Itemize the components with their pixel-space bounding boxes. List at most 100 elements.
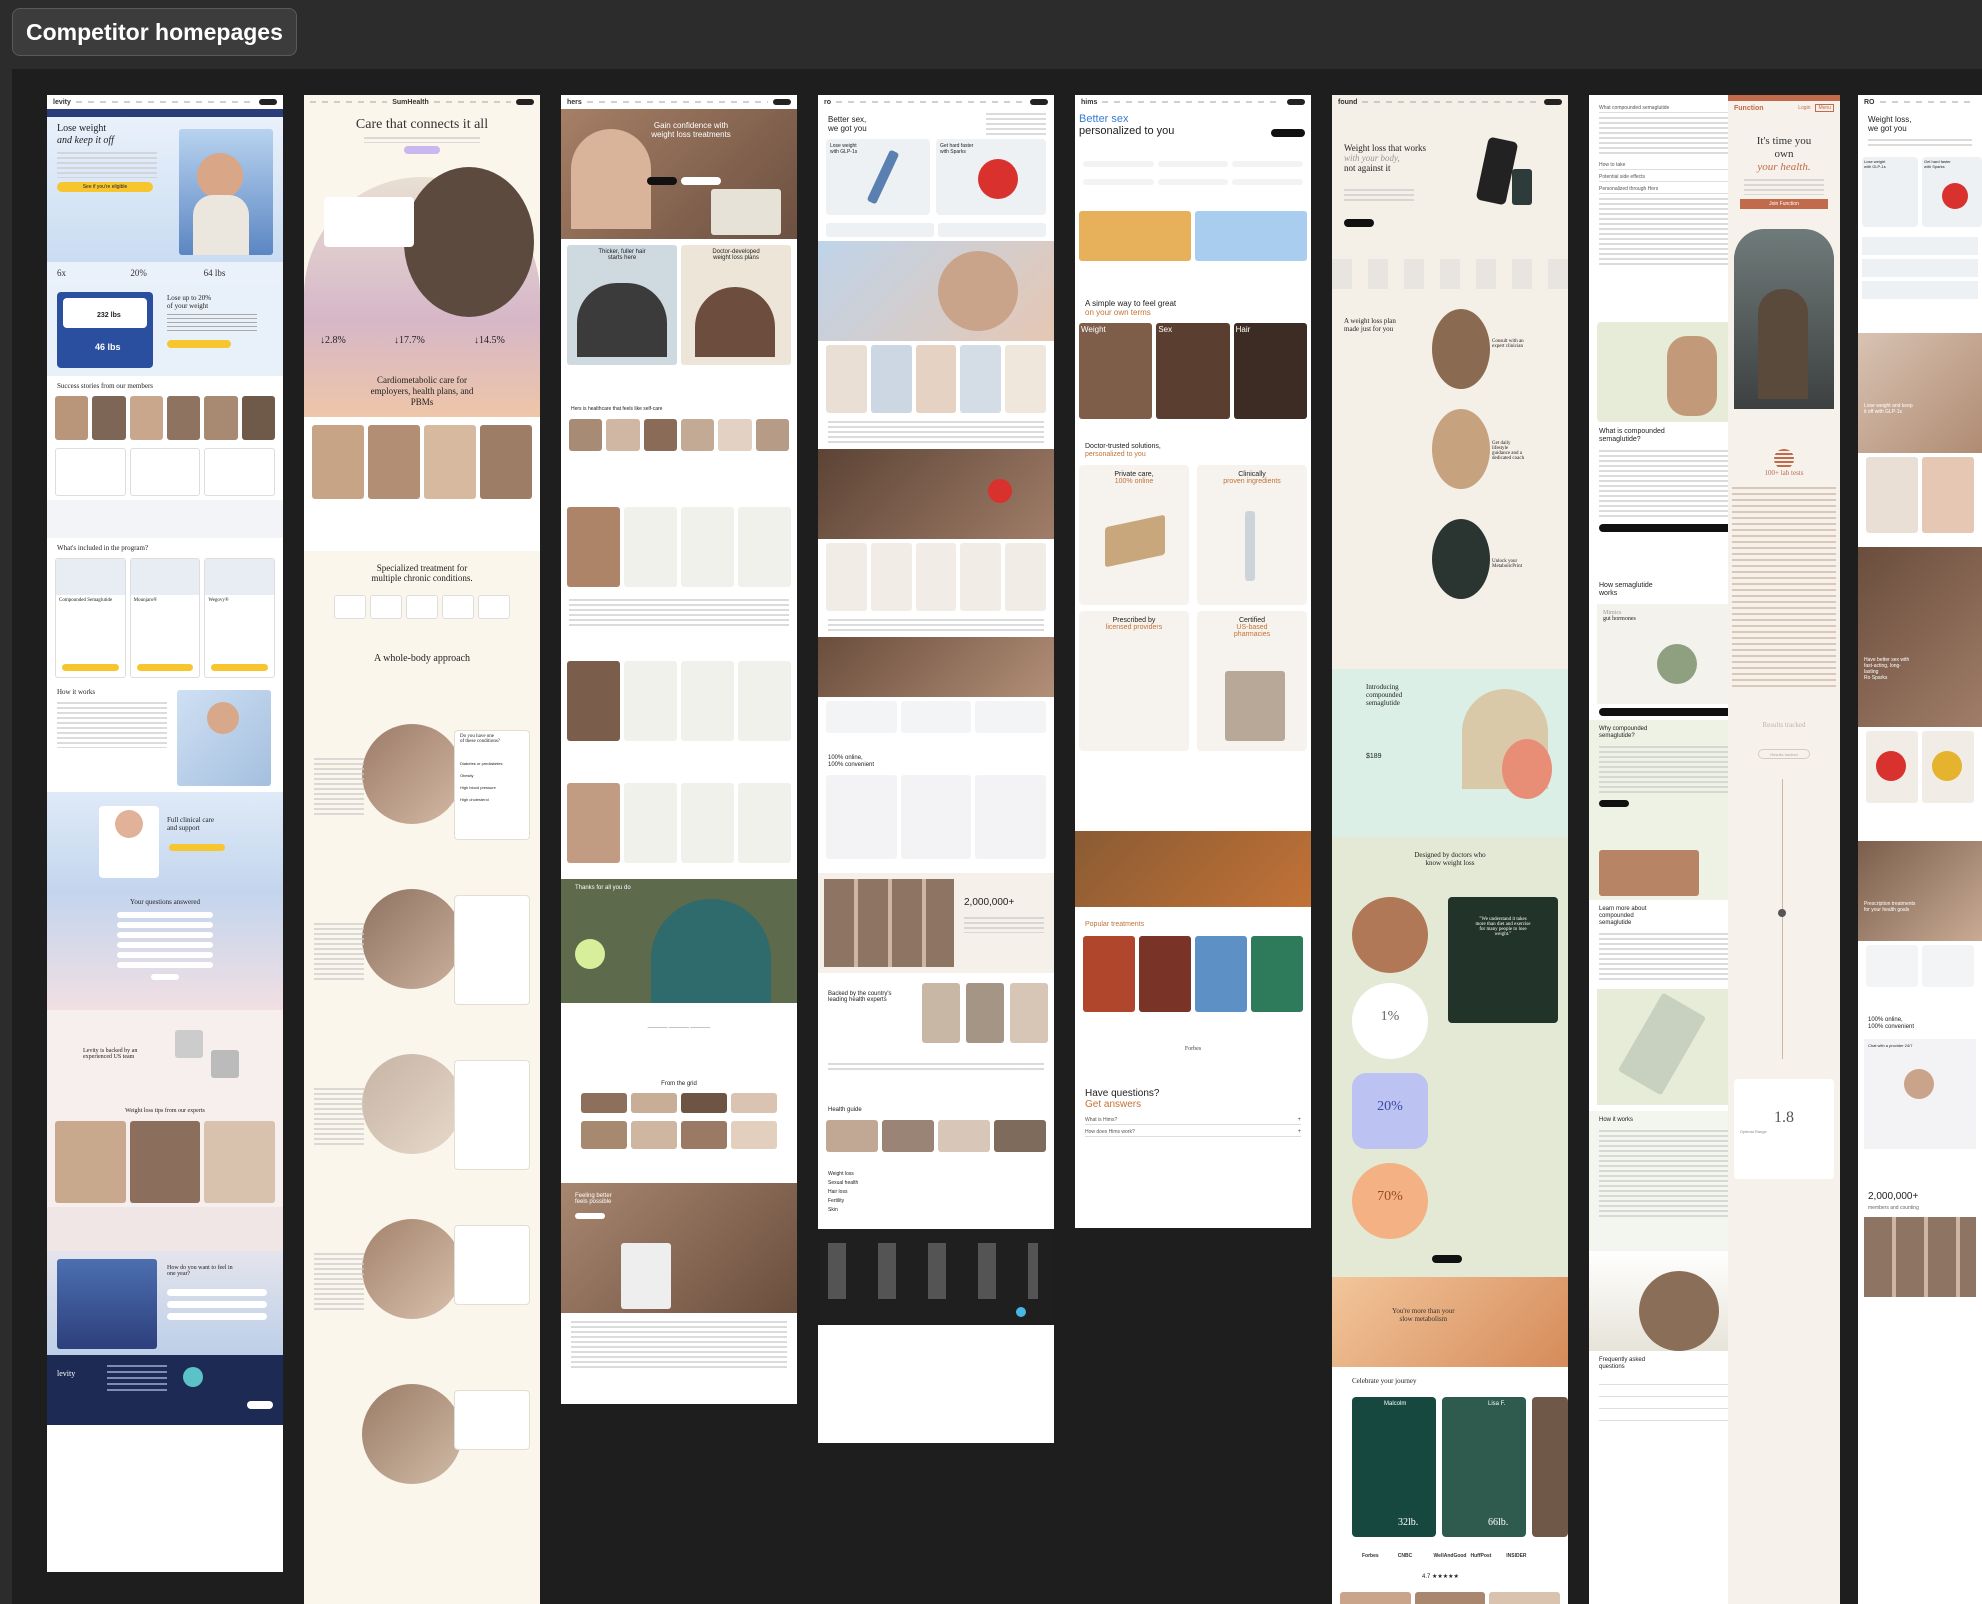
sum-stat-3: ↓14.5% <box>474 335 505 346</box>
hers-grid-title: From the grid <box>661 1080 697 1087</box>
levity-drug-2: Mounjaro® <box>133 598 158 604</box>
found-designed-2: know weight loss <box>1425 859 1475 867</box>
ro-logo: ro <box>824 98 831 106</box>
function-hero-2: own <box>1774 148 1794 161</box>
found-p3: 70% <box>1377 1189 1403 1204</box>
function-menu[interactable]: Menu <box>1815 104 1834 112</box>
ro-link-fertility[interactable]: Fertility <box>828 1197 1044 1206</box>
levity-eligible-button[interactable]: See if you're eligible <box>57 182 153 192</box>
sum-condition-1: Do you have one of these conditions? Diab… <box>304 714 540 879</box>
levity-hero: Lose weight and keep it off See if you're… <box>47 117 283 262</box>
hims-f4-3: pharmacies <box>1233 631 1271 639</box>
found-press: Forbes CNBC WellAndGood HuffPost INSIDER <box>1332 1547 1568 1565</box>
c7-mimics-2: gut hormones <box>1603 616 1636 623</box>
sum-q1-2: of these conditions? <box>460 739 500 744</box>
ro-link-hair[interactable]: Hair loss <box>828 1188 1044 1197</box>
levity-stories-title: Success stories from our members <box>57 382 154 390</box>
sum-cardio-1: Cardiometabolic care for <box>377 375 467 385</box>
hers-selfcare: Hers is healthcare that feels like self-… <box>571 406 663 412</box>
found-hero-3: not against it <box>1344 163 1391 173</box>
levity-faq-title: Your questions answered <box>129 898 201 907</box>
ro-footer <box>818 1228 1054 1325</box>
function-tests: 100+ lab tests <box>1764 468 1804 477</box>
c7-learn-2: compounded <box>1599 913 1634 920</box>
sum-cardio-3: PBMs <box>410 396 434 407</box>
levity-tips-title: Weight loss tips from our experts <box>47 1102 283 1117</box>
hers-thanks: Thanks for all you do <box>561 878 797 1003</box>
hims-cat-sex[interactable]: Sex <box>1156 323 1230 420</box>
hims-trusted-1: Doctor-trusted solutions, <box>1085 443 1161 451</box>
found-p2: 20% <box>1377 1099 1403 1114</box>
sum-stat-1: ↓2.8% <box>320 335 346 346</box>
function-cta[interactable]: Join Function <box>1740 198 1828 209</box>
found-journey-title: Celebrate your journey <box>1352 1377 1417 1385</box>
hims-cat-hair[interactable]: Hair <box>1233 323 1307 420</box>
sum-opt-4[interactable]: High cholesterol <box>460 794 502 806</box>
levity-calc-loss: 46 lbs <box>95 342 121 352</box>
screenshot-found[interactable]: found Weight loss that works with your bo… <box>1332 95 1568 1604</box>
found-unlock-2: MetabolicPrint <box>1492 564 1522 569</box>
levity-hero-title-1: Lose weight <box>57 123 107 134</box>
sum-opt-2[interactable]: Obesity <box>460 770 502 782</box>
found-intro-3: semaglutide <box>1366 699 1400 707</box>
hims-popular: Popular treatments <box>1085 921 1145 929</box>
frame-title[interactable]: Competitor homepages <box>12 8 297 56</box>
ro-members-count: 2,000,000+ <box>964 896 1015 908</box>
canvas-board: levity Lose weight and keep it off See if… <box>12 69 1982 1604</box>
levity-faq: Your questions answered <box>47 892 283 1011</box>
function-results: Results tracked <box>1762 720 1806 729</box>
hims-cat-weight[interactable]: Weight <box>1079 323 1153 420</box>
ro2-online-1: 100% online, <box>1868 1017 1903 1024</box>
found-quote-4: weight." <box>1494 932 1512 937</box>
hims-f4-1: Certified <box>1238 617 1266 625</box>
hims-f3-1: Prescribed by <box>1112 617 1156 625</box>
hers-card-1b: starts here <box>607 255 637 261</box>
ro-link-weight[interactable]: Weight loss <box>828 1170 1044 1179</box>
found-press-forbes: Forbes <box>1362 1553 1379 1559</box>
sum-opt-3[interactable]: High blood pressure <box>460 782 502 794</box>
levity-logo: levity <box>53 98 71 106</box>
hims-hero-1: Better sex <box>1079 113 1129 125</box>
levity-clinical: Full clinical care and support <box>47 792 283 893</box>
found-more: You're more than your slow metabolism <box>1332 1277 1568 1367</box>
levity-stat-1: 6x <box>57 268 66 278</box>
function-big-value: 1.8 <box>1774 1108 1794 1126</box>
ro-link-skin[interactable]: Skin <box>828 1206 1044 1215</box>
levity-drug-3: Wegovy® <box>208 598 229 604</box>
hims-hero-2: personalized to you <box>1079 125 1175 137</box>
sum-opt-1[interactable]: Diabetes or prediabetes <box>460 758 502 770</box>
screenshot-function[interactable]: Function Login Menu It's time you own your h… <box>1728 95 1840 1604</box>
found-press-cnbc: CNBC <box>1397 1553 1413 1559</box>
hers-cards: Thicker, fuller hair starts here Doctor-d… <box>561 239 797 371</box>
ro-members: 2,000,000+ <box>818 872 1054 973</box>
found-daily-4: dedicated coach <box>1492 456 1525 461</box>
levity-stories-photos <box>47 392 283 444</box>
hims-faq-1[interactable]: What is Hims? + <box>1085 1116 1301 1125</box>
c7-freq-2: questions <box>1599 1363 1625 1370</box>
sum-hero-visual: ↓2.8% ↓17.7% ↓14.5% Cardiometabolic care… <box>304 157 540 417</box>
screenshot-hims[interactable]: hims Better sex personalized to you A sim… <box>1075 95 1311 1228</box>
hims-categories: Weight Sex Hair <box>1075 319 1311 423</box>
screenshot-ro[interactable]: ro Better sex, we got you Lose weight with… <box>818 95 1054 1443</box>
ro-link-sexual[interactable]: Sexual health <box>828 1179 1044 1188</box>
screenshot-ro-mobile[interactable]: RO Weight loss, we got you Lose weight wit… <box>1858 95 1982 1604</box>
ro-backed-2: leading health experts <box>828 996 887 1003</box>
ro-online-1: 100% online, <box>828 755 863 761</box>
screenshot-hers[interactable]: hers Gain confidence with weight loss tre… <box>561 95 797 1404</box>
sum-special-1: Specialized treatment for <box>376 563 468 573</box>
screenshot-levity[interactable]: levity Lose weight and keep it off See if… <box>47 95 283 1572</box>
c7-how-1: How semaglutide <box>1599 582 1653 590</box>
screenshot-sumhealth[interactable]: SumHealth Care that connects it all ↓2.8… <box>304 95 540 1604</box>
ro-hero: Better sex, we got you Lose weight with GL… <box>818 109 1054 219</box>
ro2-better-4: Ro Sparks <box>1864 675 1888 682</box>
ro2-members: 2,000,000+ <box>1868 1191 1919 1203</box>
found-weight-2: 66lb. <box>1488 1517 1509 1528</box>
hers-thanks-text: Thanks for all you do <box>575 884 631 891</box>
function-login[interactable]: Login <box>1798 105 1810 111</box>
hims-haveq: Have questions? <box>1085 1087 1160 1099</box>
levity-stat-3: 64 lbs <box>203 268 226 278</box>
hims-trusted-2: personalized to you <box>1085 451 1146 459</box>
levity-clinical-2: and support <box>167 824 200 833</box>
hims-f3-2: licensed providers <box>1105 624 1163 632</box>
hims-faq-2[interactable]: How does Hims work? + <box>1085 1128 1301 1137</box>
